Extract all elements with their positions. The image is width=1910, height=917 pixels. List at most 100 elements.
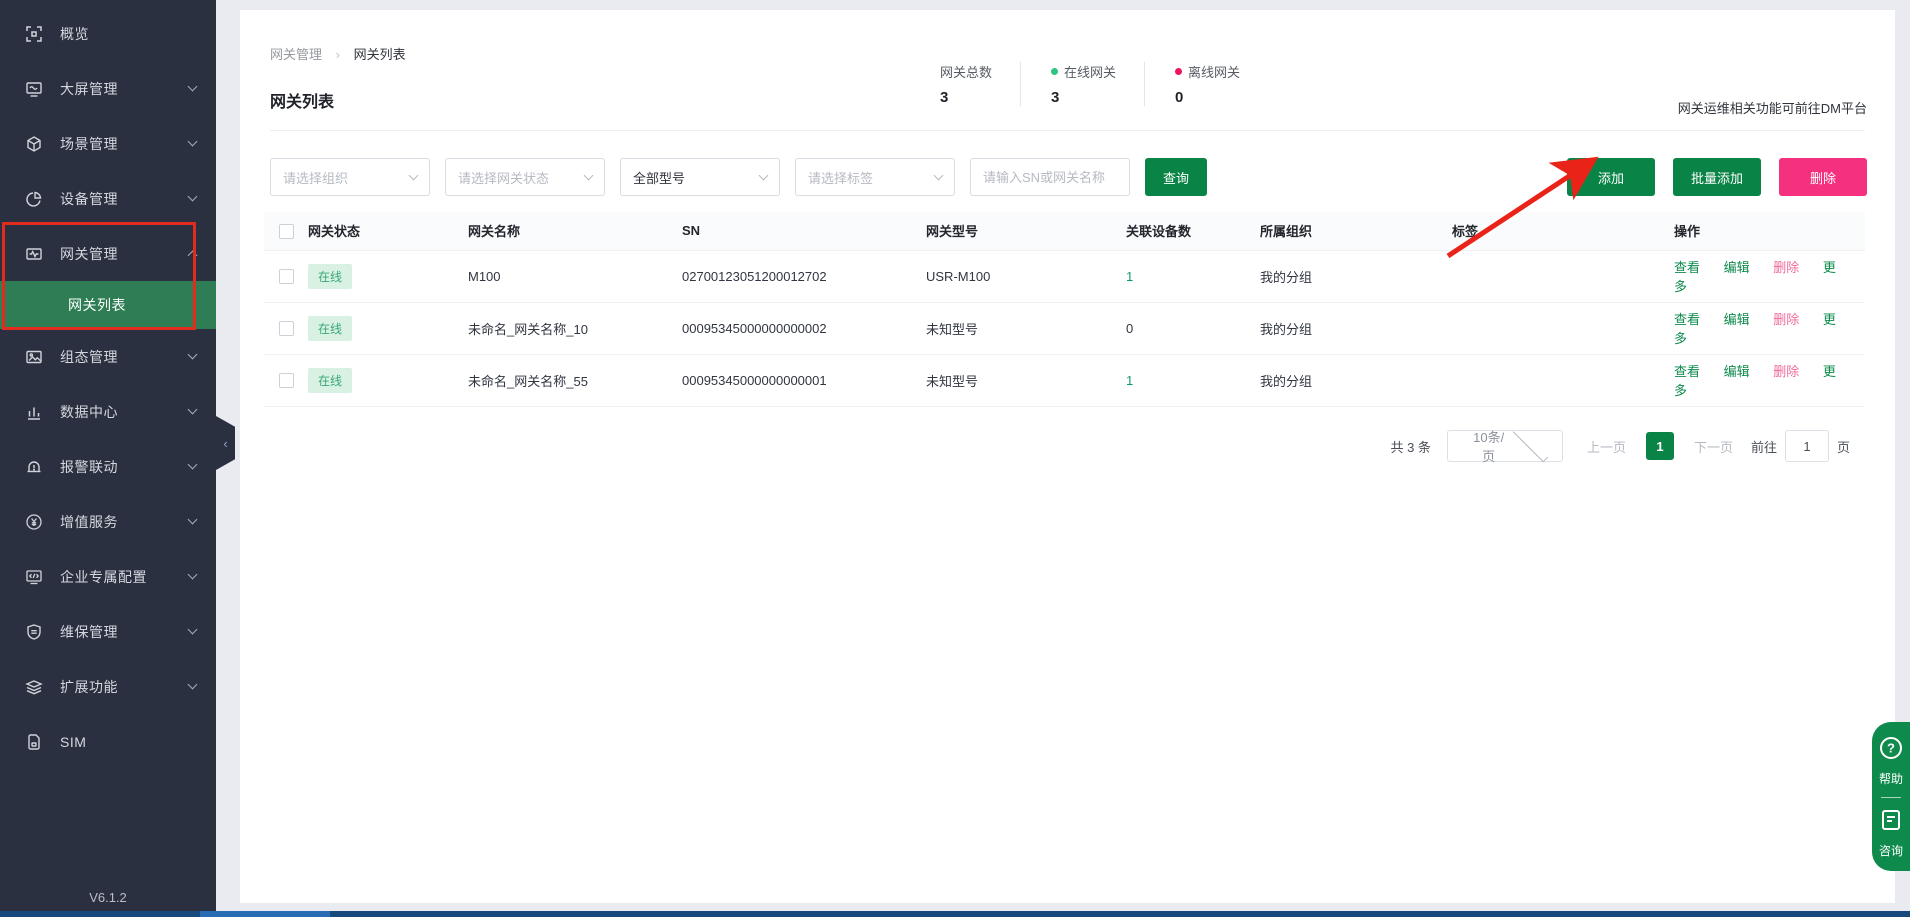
chevron-down-icon	[759, 171, 769, 181]
gateway-sn: 00095345000000000001	[682, 354, 926, 406]
delete-link[interactable]: 删除	[1773, 260, 1799, 275]
sn-search-input[interactable]	[970, 158, 1130, 196]
stat-total-label: 网关总数	[940, 62, 992, 81]
help-button[interactable]: ? 帮助	[1874, 736, 1908, 787]
horizontal-scrollbar[interactable]	[0, 911, 1910, 917]
page-size-select[interactable]: 10条/页	[1447, 430, 1563, 462]
sidebar-item-configuration[interactable]: 组态管理	[0, 329, 216, 384]
dm-platform-note: 网关运维相关功能可前往DM平台	[1678, 98, 1867, 117]
sidebar-item-maintenance[interactable]: 维保管理	[0, 604, 216, 659]
stat-offline-text: 离线网关	[1188, 62, 1240, 81]
sidebar-item-label: 报警联动	[60, 457, 189, 477]
status-badge: 在线	[308, 316, 352, 341]
sidebar-item-scene[interactable]: 场景管理	[0, 116, 216, 171]
sidebar-item-sim[interactable]: SIM	[0, 714, 216, 769]
page-number-active[interactable]: 1	[1646, 432, 1674, 460]
next-page-button[interactable]: 下一页	[1694, 437, 1733, 456]
query-button[interactable]: 查询	[1145, 158, 1207, 196]
device-icon	[24, 189, 44, 209]
delete-link[interactable]: 删除	[1773, 312, 1799, 327]
add-button[interactable]: 添加	[1567, 158, 1655, 196]
breadcrumb: 网关管理 › 网关列表	[270, 44, 406, 63]
sidebar-item-enterprise[interactable]: 企业专属配置	[0, 549, 216, 604]
chevron-down-icon	[584, 171, 594, 181]
scene-icon	[24, 134, 44, 154]
sidebar-item-label: 设备管理	[60, 189, 189, 209]
batch-add-button[interactable]: 批量添加	[1673, 158, 1761, 196]
select-all-checkbox[interactable]	[279, 224, 294, 239]
sidebar-item-bigscreen[interactable]: 大屏管理	[0, 61, 216, 116]
pagination-total: 共 3 条	[1390, 437, 1430, 456]
gateway-sn: 00095345000000000002	[682, 302, 926, 354]
sidebar-nav: 概览 大屏管理 场景管理 设备管理 网	[0, 0, 216, 769]
sidebar-item-extensions[interactable]: 扩展功能	[0, 659, 216, 714]
sidebar-item-label: 大屏管理	[60, 79, 189, 99]
document-icon	[1879, 808, 1903, 832]
consult-button[interactable]: 咨询	[1874, 808, 1908, 859]
gateway-org: 我的分组	[1260, 250, 1452, 302]
chevron-up-icon	[188, 251, 198, 261]
prev-page-button[interactable]: 上一页	[1587, 437, 1626, 456]
gateway-name: 未命名_网关名称_10	[468, 302, 682, 354]
org-select[interactable]: 请选择组织	[270, 158, 430, 196]
delete-button[interactable]: 删除	[1779, 158, 1867, 196]
row-checkbox[interactable]	[279, 373, 294, 388]
model-select[interactable]: 全部型号	[620, 158, 780, 196]
sidebar-item-alarm[interactable]: 报警联动	[0, 439, 216, 494]
chevron-down-icon	[188, 405, 198, 415]
svg-text:?: ?	[1887, 741, 1895, 756]
sidebar-item-label: 数据中心	[60, 402, 189, 422]
stat-offline-value: 0	[1175, 89, 1240, 106]
stat-total-value: 3	[940, 89, 992, 106]
edit-link[interactable]: 编辑	[1724, 260, 1750, 275]
breadcrumb-separator-icon: ›	[336, 47, 340, 62]
help-label: 帮助	[1874, 770, 1908, 787]
offline-dot-icon	[1175, 68, 1182, 75]
sidebar-item-datacenter[interactable]: 数据中心	[0, 384, 216, 439]
sidebar-item-label: 增值服务	[60, 512, 189, 532]
org-select-placeholder: 请选择组织	[283, 168, 410, 187]
question-circle-icon: ?	[1879, 736, 1903, 760]
sidebar-item-device[interactable]: 设备管理	[0, 171, 216, 226]
delete-link[interactable]: 删除	[1773, 364, 1799, 379]
gateway-tag	[1452, 250, 1674, 302]
chevron-down-icon	[188, 137, 198, 147]
col-ops: 操作	[1674, 212, 1865, 250]
page-size-value: 10条/页	[1468, 427, 1510, 465]
view-link[interactable]: 查看	[1674, 260, 1700, 275]
stat-online-value: 3	[1051, 89, 1116, 106]
chevron-down-icon	[409, 171, 419, 181]
col-tag: 标签	[1452, 212, 1674, 250]
breadcrumb-parent[interactable]: 网关管理	[270, 47, 322, 62]
table-header-row: 网关状态 网关名称 SN 网关型号 关联设备数 所属组织 标签 操作	[264, 212, 1865, 250]
sidebar-item-gateway[interactable]: 网关管理	[0, 226, 216, 281]
enterprise-config-icon	[24, 567, 44, 587]
row-checkbox[interactable]	[279, 321, 294, 336]
view-link[interactable]: 查看	[1674, 364, 1700, 379]
goto-suffix: 页	[1837, 437, 1850, 456]
sidebar-collapse-handle[interactable]: ‹	[216, 416, 235, 470]
widget-divider	[1881, 797, 1901, 798]
device-count-link[interactable]: 1	[1126, 269, 1133, 284]
gateway-model: 未知型号	[926, 354, 1126, 406]
device-count-link[interactable]: 1	[1126, 373, 1133, 388]
sidebar-item-label: SIM	[60, 734, 196, 750]
sidebar-item-label: 企业专属配置	[60, 567, 189, 587]
alarm-icon	[24, 457, 44, 477]
status-select[interactable]: 请选择网关状态	[445, 158, 605, 196]
chevron-down-icon	[188, 515, 198, 525]
edit-link[interactable]: 编辑	[1724, 364, 1750, 379]
scrollbar-thumb[interactable]	[200, 911, 330, 917]
edit-link[interactable]: 编辑	[1724, 312, 1750, 327]
view-link[interactable]: 查看	[1674, 312, 1700, 327]
chevron-down-icon	[188, 350, 198, 360]
sidebar-subitem-gateway-list[interactable]: 网关列表	[0, 281, 216, 329]
sidebar-item-value-added[interactable]: 增值服务	[0, 494, 216, 549]
overview-icon	[24, 24, 44, 44]
row-checkbox[interactable]	[279, 269, 294, 284]
hmi-icon	[24, 347, 44, 367]
goto-page-input[interactable]	[1785, 430, 1829, 462]
tag-select[interactable]: 请选择标签	[795, 158, 955, 196]
sidebar-item-overview[interactable]: 概览	[0, 6, 216, 61]
shield-icon	[24, 622, 44, 642]
